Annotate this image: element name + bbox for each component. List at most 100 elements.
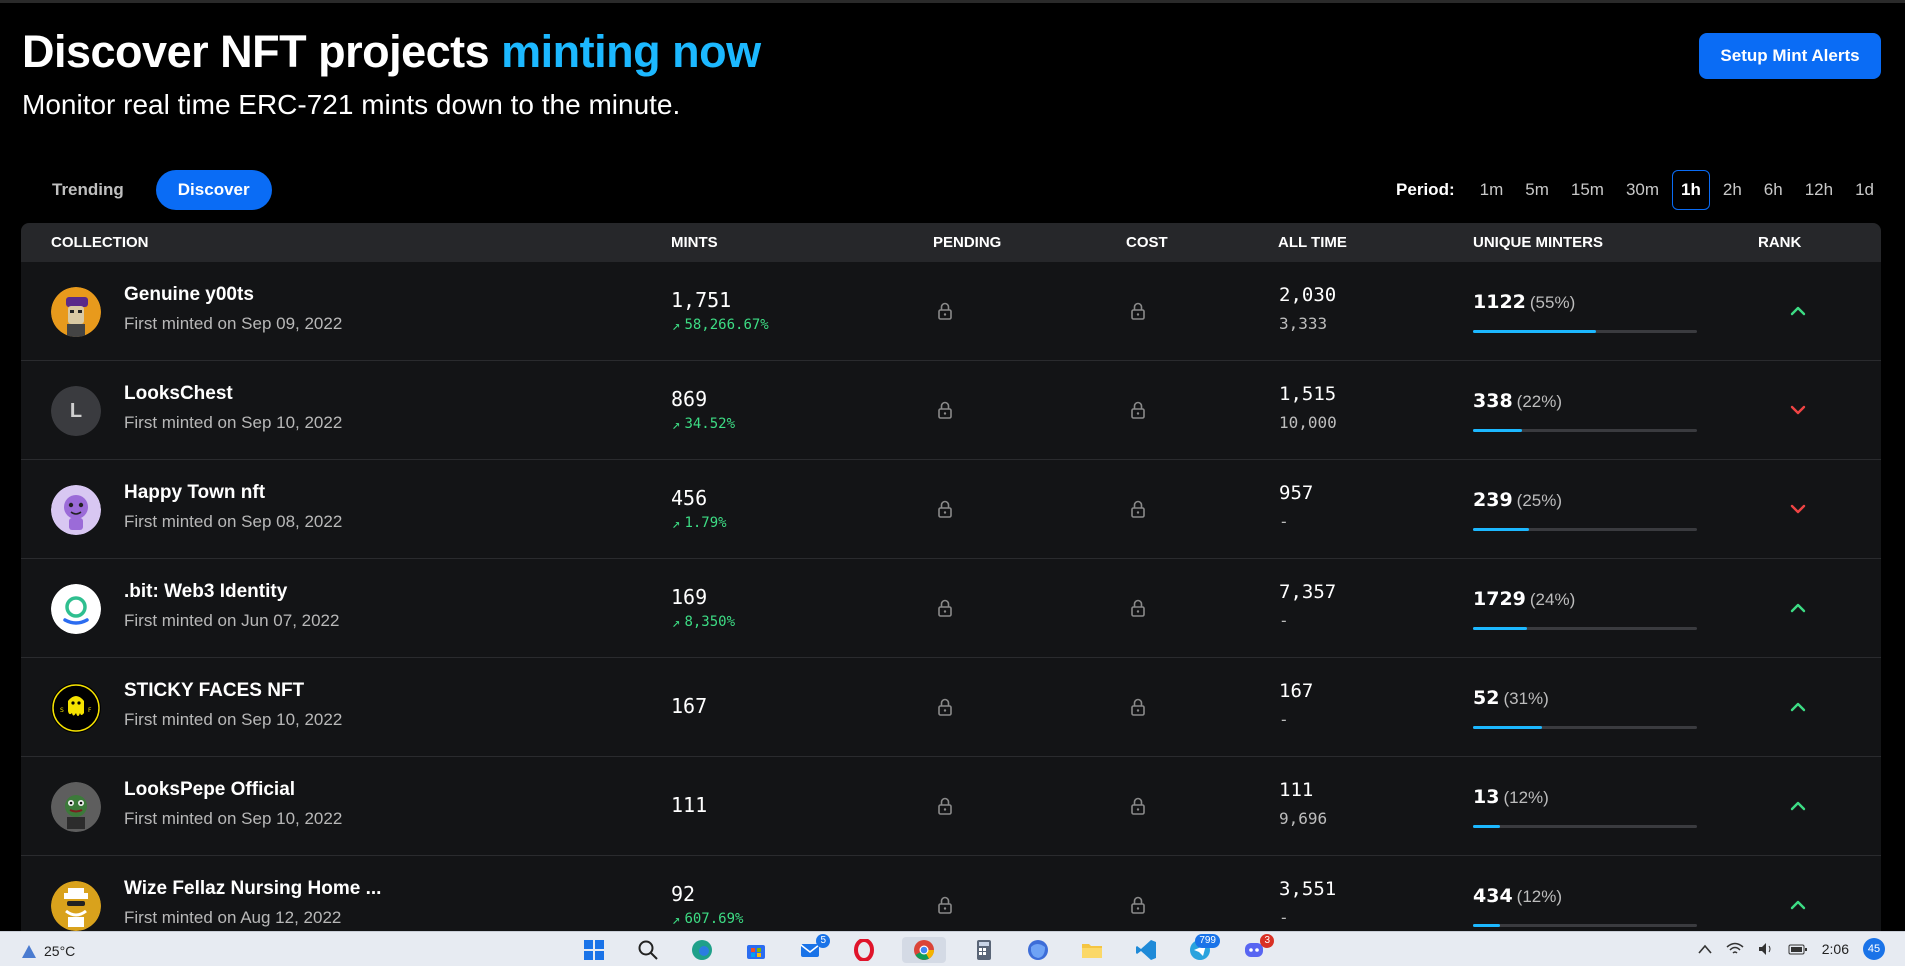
all-time-mints: 7,357 [1279, 581, 1337, 603]
unique-minters: 52 (31%) [1473, 687, 1549, 710]
pending-lock-icon[interactable] [934, 894, 956, 916]
discord-icon[interactable]: 3 [1238, 934, 1274, 963]
wifi-icon[interactable] [1726, 942, 1744, 956]
column-cost[interactable]: COST [1126, 223, 1168, 262]
mints-count: 167 [671, 694, 708, 718]
firefox-icon[interactable] [1022, 937, 1054, 963]
column-all-time[interactable]: ALL TIME [1278, 223, 1347, 262]
table-row[interactable]: .bit: Web3 Identity First minted on Jun 0… [21, 559, 1881, 658]
period-option-30m[interactable]: 30m [1617, 171, 1668, 209]
mail-icon[interactable]: 5 [794, 934, 830, 963]
battery-icon[interactable] [1788, 942, 1808, 956]
collection-name[interactable]: LooksPepe Official [124, 779, 295, 801]
table-row[interactable]: Genuine y00ts First minted on Sep 09, 202… [21, 262, 1881, 361]
telegram-icon[interactable]: 799 [1184, 934, 1220, 963]
total-supply: 10,000 [1279, 413, 1337, 432]
total-supply: - [1279, 512, 1289, 531]
setup-mint-alerts-button[interactable]: Setup Mint Alerts [1699, 33, 1881, 79]
edge-icon[interactable] [686, 937, 718, 963]
collection-name[interactable]: Happy Town nft [124, 482, 265, 504]
mints-change-value: 58,266.67% [684, 317, 769, 333]
collection-name[interactable]: Wize Fellaz Nursing Home ... [124, 878, 381, 900]
cost-lock-icon[interactable] [1127, 300, 1149, 322]
system-tray: 2:06 45 [1698, 938, 1885, 960]
store-icon[interactable] [740, 937, 772, 963]
period-option-1h[interactable]: 1h [1672, 170, 1710, 210]
period-option-1m[interactable]: 1m [1471, 171, 1513, 209]
unique-minters: 434 (12%) [1473, 885, 1562, 908]
cost-lock-icon[interactable] [1127, 498, 1149, 520]
mints-count: 92 [671, 882, 696, 906]
period-option-12h[interactable]: 12h [1796, 171, 1842, 209]
table-row[interactable]: L LooksChest First minted on Sep 10, 2022 8… [21, 361, 1881, 460]
period-label: Period: [1396, 180, 1455, 199]
svg-text:S: S [60, 707, 64, 714]
collection-name[interactable]: LooksChest [124, 383, 233, 405]
trend-up-arrow-icon: ↗ [672, 516, 681, 532]
unique-minters-progress-fill [1473, 627, 1527, 630]
notification-count[interactable]: 45 [1863, 938, 1885, 960]
tab-discover[interactable]: Discover [155, 170, 272, 210]
taskbar-clock[interactable]: 2:06 [1822, 941, 1849, 957]
column-collection[interactable]: COLLECTION [51, 223, 149, 262]
unique-minters-percent: (55%) [1529, 293, 1576, 312]
view-tabs: Trending Discover [30, 170, 272, 210]
total-supply: - [1279, 710, 1289, 729]
svg-text:F: F [88, 707, 92, 714]
opera-icon[interactable] [848, 937, 880, 963]
period-option-6h[interactable]: 6h [1755, 171, 1792, 209]
collection-first-minted: First minted on Jun 07, 2022 [124, 611, 340, 630]
cost-lock-icon[interactable] [1127, 597, 1149, 619]
calculator-icon[interactable] [968, 937, 1000, 963]
mints-count: 456 [671, 486, 708, 510]
unique-minters-progress-fill [1473, 330, 1597, 333]
unique-minters: 338 (22%) [1473, 390, 1562, 413]
weather-widget[interactable]: 25°C [20, 942, 75, 960]
column-mints[interactable]: MINTS [671, 223, 718, 262]
chevron-up-icon[interactable] [1698, 944, 1712, 954]
period-option-5m[interactable]: 5m [1516, 171, 1558, 209]
period-option-1d[interactable]: 1d [1846, 171, 1883, 209]
unique-minters-progress-bar [1473, 330, 1697, 333]
windows-taskbar: 25°C 5 799 3 2:06 45 [0, 931, 1905, 966]
vscode-icon[interactable] [1130, 937, 1162, 963]
pending-lock-icon[interactable] [934, 399, 956, 421]
notification-badge: 3 [1260, 934, 1274, 948]
table-row[interactable]: Happy Town nft First minted on Sep 08, 20… [21, 460, 1881, 559]
pending-lock-icon[interactable] [934, 696, 956, 718]
rank-up-chevron-icon [1787, 894, 1809, 916]
cost-lock-icon[interactable] [1127, 795, 1149, 817]
table-row[interactable]: LooksPepe Official First minted on Sep 10… [21, 757, 1881, 856]
search-icon[interactable] [632, 937, 664, 963]
pending-lock-icon[interactable] [934, 300, 956, 322]
column-pending[interactable]: PENDING [933, 223, 1001, 262]
column-rank[interactable]: RANK [1758, 223, 1801, 262]
cost-lock-icon[interactable] [1127, 399, 1149, 421]
mints-change-value: 34.52% [684, 416, 736, 432]
collection-name[interactable]: STICKY FACES NFT [124, 680, 304, 702]
chrome-icon[interactable] [902, 937, 946, 963]
collection-first-minted: First minted on Aug 12, 2022 [124, 908, 342, 927]
pending-lock-icon[interactable] [934, 795, 956, 817]
pending-lock-icon[interactable] [934, 597, 956, 619]
file-explorer-icon[interactable] [1076, 937, 1108, 963]
cost-lock-icon[interactable] [1127, 894, 1149, 916]
windows-start-icon[interactable] [578, 937, 610, 963]
volume-icon[interactable] [1758, 942, 1774, 956]
pending-lock-icon[interactable] [934, 498, 956, 520]
table-row[interactable]: S F STICKY FACES NFT First minted on Sep 10… [21, 658, 1881, 757]
notification-badge: 799 [1195, 934, 1220, 948]
weather-temperature: 25°C [44, 943, 76, 959]
trend-up-arrow-icon: ↗ [672, 318, 681, 334]
period-option-2h[interactable]: 2h [1714, 171, 1751, 209]
collection-name[interactable]: Genuine y00ts [124, 284, 254, 306]
tab-trending[interactable]: Trending [30, 170, 146, 210]
unique-minters-percent: (12%) [1503, 788, 1549, 807]
total-supply: 9,696 [1279, 809, 1328, 828]
unique-minters-percent: (12%) [1516, 887, 1563, 906]
collection-first-minted: First minted on Sep 10, 2022 [124, 710, 343, 729]
column-unique-minters[interactable]: UNIQUE MINTERS [1473, 223, 1603, 262]
period-option-15m[interactable]: 15m [1562, 171, 1613, 209]
cost-lock-icon[interactable] [1127, 696, 1149, 718]
collection-name[interactable]: .bit: Web3 Identity [124, 581, 287, 603]
